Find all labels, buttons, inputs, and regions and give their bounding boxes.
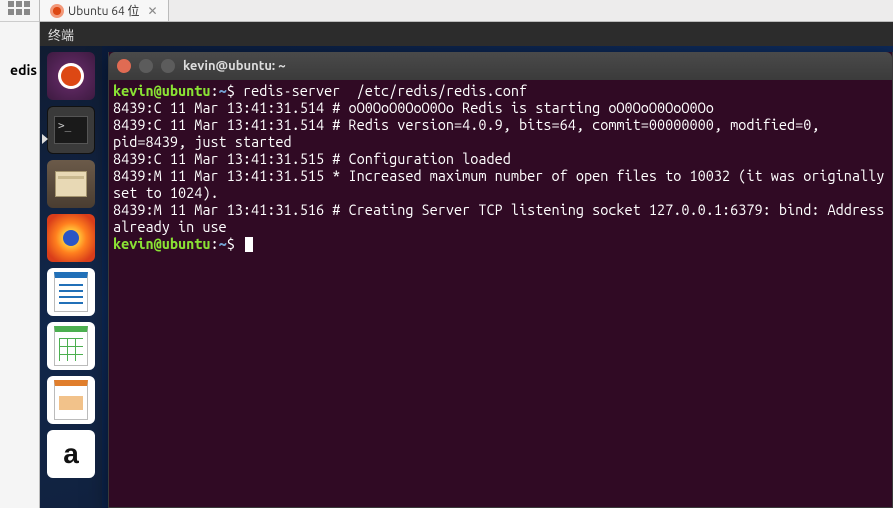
output-line: 8439:C 11 Mar 13:41:31.515 # Configurati…	[113, 150, 511, 167]
terminal-body[interactable]: kevin@ubuntu:~$ redis-server /etc/redis/…	[109, 80, 892, 507]
window-maximize-button[interactable]	[161, 59, 175, 73]
files-launcher[interactable]	[47, 160, 95, 208]
output-line: 8439:M 11 Mar 13:41:31.515 * Increased m…	[113, 167, 892, 201]
libreoffice-writer-launcher[interactable]	[47, 268, 95, 316]
prompt-path: ~	[219, 235, 227, 252]
output-line: 8439:M 11 Mar 13:41:31.516 # Creating Se…	[113, 201, 892, 235]
vm-tab-label: Ubuntu 64 位	[68, 2, 140, 19]
thumbnail-grid-icon[interactable]	[8, 1, 32, 21]
terminal-launcher[interactable]	[47, 106, 95, 154]
vm-tab-ubuntu[interactable]: Ubuntu 64 位 ✕	[40, 0, 169, 21]
unity-dock: a	[40, 22, 102, 508]
libreoffice-calc-launcher[interactable]	[47, 322, 95, 370]
prompt-user: kevin@ubuntu	[113, 82, 210, 99]
command-text: redis-server /etc/redis/redis.conf	[243, 82, 527, 99]
ubuntu-logo-icon	[50, 4, 64, 18]
window-close-button[interactable]	[117, 59, 131, 73]
firefox-launcher[interactable]	[47, 214, 95, 262]
amazon-launcher[interactable]: a	[47, 430, 95, 478]
prompt-user: kevin@ubuntu	[113, 235, 210, 252]
window-minimize-button[interactable]	[139, 59, 153, 73]
dash-home-launcher[interactable]	[47, 52, 95, 100]
output-line: 8439:C 11 Mar 13:41:31.514 # Redis versi…	[113, 116, 828, 150]
terminal-titlebar[interactable]: kevin@ubuntu: ~	[109, 52, 892, 80]
terminal-window[interactable]: kevin@ubuntu: ~ kevin@ubuntu:~$ redis-se…	[108, 52, 893, 508]
host-left-panel: edis	[0, 0, 40, 508]
gnome-top-bar: 终端	[40, 22, 893, 46]
output-line: 8439:C 11 Mar 13:41:31.514 # oO0OoO0OoO0…	[113, 99, 714, 116]
libreoffice-impress-launcher[interactable]	[47, 376, 95, 424]
terminal-title: kevin@ubuntu: ~	[183, 59, 286, 73]
close-icon[interactable]: ✕	[148, 4, 158, 18]
cursor	[245, 237, 253, 252]
active-app-title: 终端	[48, 25, 74, 44]
running-indicator-icon	[42, 134, 48, 144]
partial-sidebar-text: edis	[0, 62, 39, 78]
prompt-path: ~	[219, 82, 227, 99]
vm-tab-bar: Ubuntu 64 位 ✕	[40, 0, 893, 22]
